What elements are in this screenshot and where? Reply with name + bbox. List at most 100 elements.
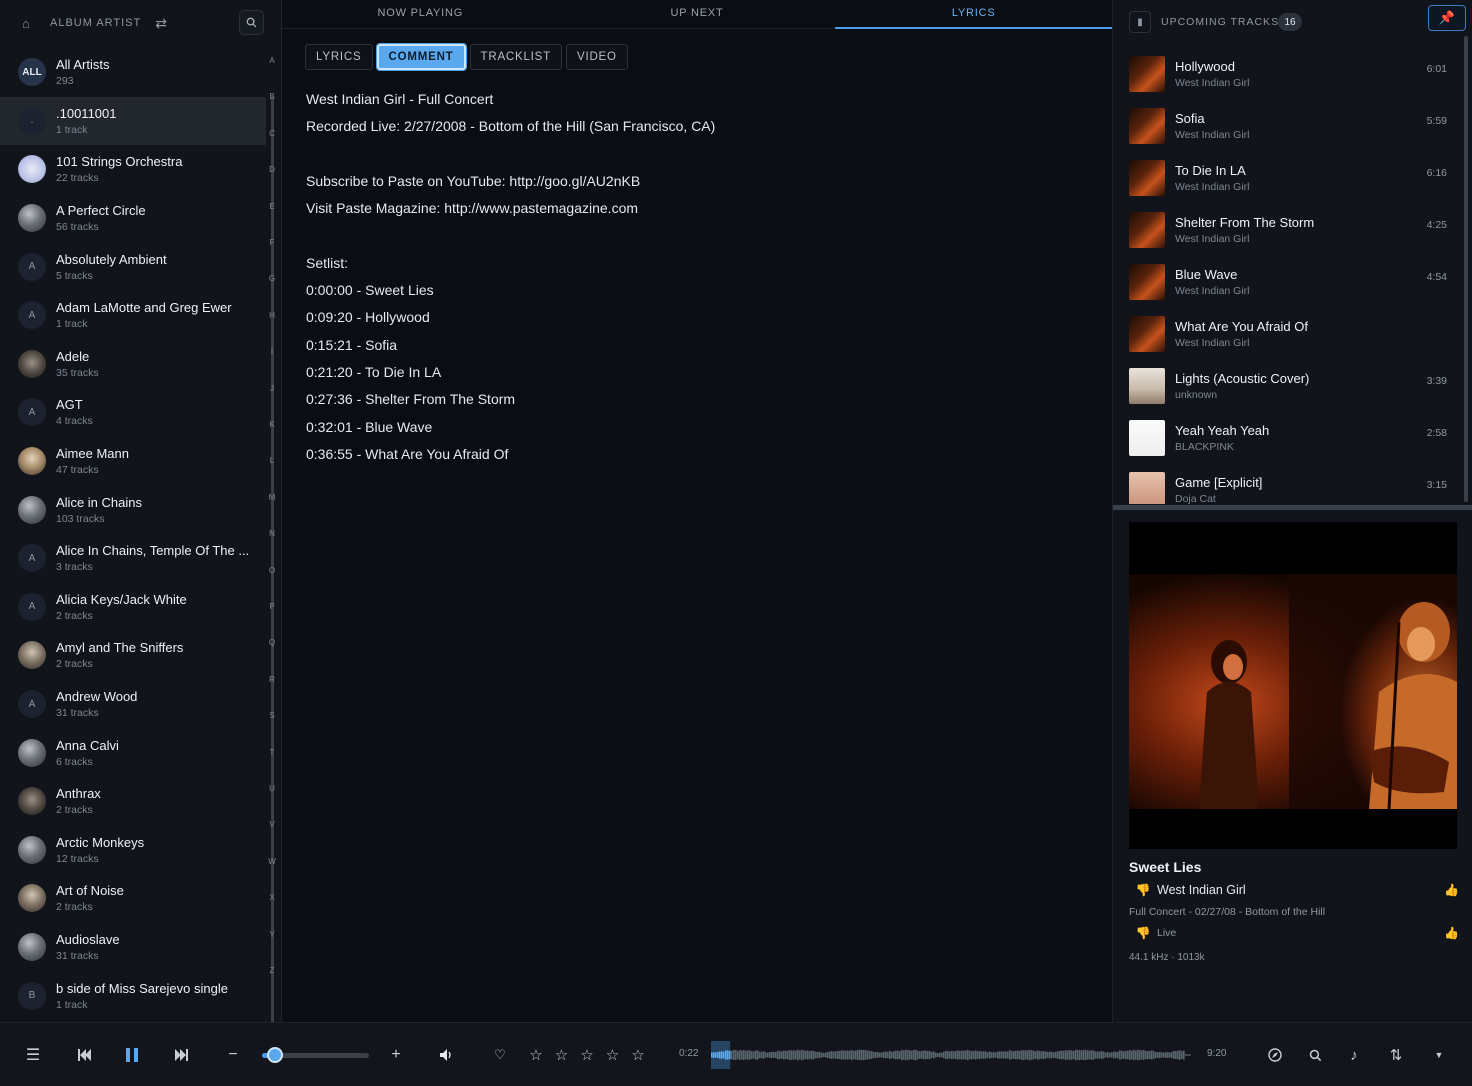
alphabet-letter-y[interactable]: Y [266,930,278,939]
artist-row[interactable]: A Absolutely Ambient 5 tracks [0,242,266,291]
rating-star-1[interactable]: ☆ [526,1023,546,1086]
panel-resize-handle[interactable] [1113,505,1472,510]
waveform-seekbar[interactable] [711,1041,1191,1069]
waveform-bar [1189,1054,1191,1056]
artist-row[interactable]: A AGT 4 tracks [0,388,266,437]
artist-row[interactable]: Audioslave 31 tracks [0,923,266,972]
sort-button[interactable]: ⇅ [1385,1023,1407,1086]
queue-icon[interactable]: ▮ [1129,11,1151,33]
thumbs-up-icon[interactable]: 👍 [1444,883,1459,897]
alphabet-letter-q[interactable]: Q [266,638,278,647]
alphabet-letter-d[interactable]: D [266,165,278,174]
home-icon[interactable]: ⌂ [22,16,44,31]
queue-scrollbar[interactable] [1464,36,1468,502]
artist-row[interactable]: . .10011001 1 track [0,96,266,146]
alphabet-letter-h[interactable]: H [266,311,278,320]
artist-row[interactable]: ALL All Artists 293 [0,48,266,97]
now-playing-album[interactable]: Full Concert - 02/27/08 - Bottom of the … [1129,906,1325,918]
swap-icon[interactable]: ⇄ [155,15,167,32]
alphabet-letter-f[interactable]: F [266,238,278,247]
now-playing-genre[interactable]: Live [1157,927,1176,939]
artist-row[interactable]: A Alice In Chains, Temple Of The ... 3 tra… [0,534,266,583]
rating-star-2[interactable]: ☆ [552,1023,572,1086]
volume-knob[interactable] [267,1047,283,1063]
alphabet-letter-m[interactable]: M [266,493,278,502]
volume-up-button[interactable]: + [385,1023,407,1086]
alphabet-letter-s[interactable]: S [266,711,278,720]
rating-star-3[interactable]: ☆ [577,1023,597,1086]
artist-row[interactable]: A Perfect Circle 56 tracks [0,194,266,243]
waveform-bar [999,1051,1001,1059]
subtab-tracklist[interactable]: TRACKLIST [469,44,562,70]
queue-item[interactable]: What Are You Afraid Of West Indian Girl [1113,308,1465,360]
music-button[interactable]: ♪ [1343,1023,1365,1086]
alphabet-letter-p[interactable]: P [266,602,278,611]
alphabet-letter-z[interactable]: Z [266,966,278,975]
mute-button[interactable] [434,1023,458,1086]
alphabet-letter-j[interactable]: J [266,384,278,393]
artist-row[interactable]: Amyl and The Sniffers 2 tracks [0,631,266,680]
artist-row[interactable]: 101 Strings Orchestra 22 tracks [0,145,266,194]
tab-lyrics[interactable]: LYRICS [835,0,1112,29]
pin-button[interactable]: 📌 [1428,5,1466,31]
artist-row[interactable]: Anna Calvi 6 tracks [0,728,266,777]
artist-row[interactable]: A Adam LaMotte and Greg Ewer 1 track [0,291,266,340]
alphabet-letter-o[interactable]: O [266,566,278,575]
thumbs-up-icon[interactable]: 👍 [1444,926,1459,940]
compass-button[interactable] [1264,1023,1286,1086]
artist-row[interactable]: A Alicia Keys/Jack White 2 tracks [0,583,266,632]
alphabet-letter-x[interactable]: X [266,893,278,902]
artist-row[interactable]: Adele 35 tracks [0,340,266,389]
next-button[interactable] [168,1023,194,1086]
search-library-button[interactable] [1304,1023,1326,1086]
alphabet-letter-v[interactable]: V [266,820,278,829]
volume-down-button[interactable]: − [222,1023,244,1086]
thumbs-down-icon[interactable]: 👎 [1129,883,1157,897]
queue-item[interactable]: Yeah Yeah Yeah BLACKPINK 2:58 [1113,412,1465,464]
alphabet-letter-l[interactable]: L [266,456,278,465]
artist-row[interactable]: Arctic Monkeys 12 tracks [0,826,266,875]
menu-button[interactable]: ☰ [20,1023,46,1086]
alphabet-letter-t[interactable]: T [266,748,278,757]
subtab-lyrics[interactable]: LYRICS [305,44,373,70]
subtab-comment[interactable]: COMMENT [375,43,467,71]
alphabet-letter-e[interactable]: E [266,202,278,211]
alphabet-letter-w[interactable]: W [266,857,278,866]
waveform-bar [871,1051,873,1059]
tab-up-next[interactable]: UP NEXT [559,0,836,28]
artist-row[interactable]: A Andrew Wood 31 tracks [0,680,266,729]
artist-row[interactable]: Alice in Chains 103 tracks [0,485,266,534]
alphabet-letter-i[interactable]: I [266,347,278,356]
more-dropdown-button[interactable]: ▼ [1428,1023,1450,1086]
artist-row[interactable]: Bb side of Miss Sarejevo single 1 track [0,971,266,1020]
queue-item[interactable]: To Die In LA West Indian Girl 6:16 [1113,152,1465,204]
queue-item[interactable]: Blue Wave West Indian Girl 4:54 [1113,256,1465,308]
favorite-button[interactable]: ♡ [489,1023,511,1086]
pause-button[interactable] [118,1023,146,1086]
alphabet-letter-n[interactable]: N [266,529,278,538]
tab-now-playing[interactable]: NOW PLAYING [282,0,559,28]
rating-star-5[interactable]: ☆ [628,1023,648,1086]
artist-row[interactable]: Aimee Mann 47 tracks [0,437,266,486]
thumbs-down-icon[interactable]: 👎 [1129,926,1157,940]
artist-row[interactable]: Art of Noise 2 tracks [0,874,266,923]
alphabet-letter-g[interactable]: G [266,274,278,283]
previous-button[interactable] [72,1023,98,1086]
queue-item[interactable]: Lights (Acoustic Cover) unknown 3:39 [1113,360,1465,412]
search-button[interactable] [239,10,264,35]
queue-item[interactable]: Hollywood West Indian Girl 6:01 [1113,48,1465,100]
alphabet-letter-a[interactable]: A [266,56,278,65]
alphabet-letter-u[interactable]: U [266,784,278,793]
alphabet-letter-c[interactable]: C [266,129,278,138]
alphabet-letter-b[interactable]: B [266,92,278,101]
queue-item[interactable]: Shelter From The Storm West Indian Girl 4:… [1113,204,1465,256]
now-playing-artist[interactable]: West Indian Girl [1157,883,1246,897]
queue-item-duration: 4:25 [1426,219,1447,231]
rating-star-4[interactable]: ☆ [603,1023,623,1086]
alphabet-letter-k[interactable]: K [266,420,278,429]
queue-item[interactable]: Sofia West Indian Girl 5:59 [1113,100,1465,152]
queue-item[interactable]: Game [Explicit] Doja Cat 3:15 [1113,464,1465,504]
artist-row[interactable]: Anthrax 2 tracks [0,777,266,826]
alphabet-letter-r[interactable]: R [266,675,278,684]
subtab-video[interactable]: VIDEO [565,44,628,70]
